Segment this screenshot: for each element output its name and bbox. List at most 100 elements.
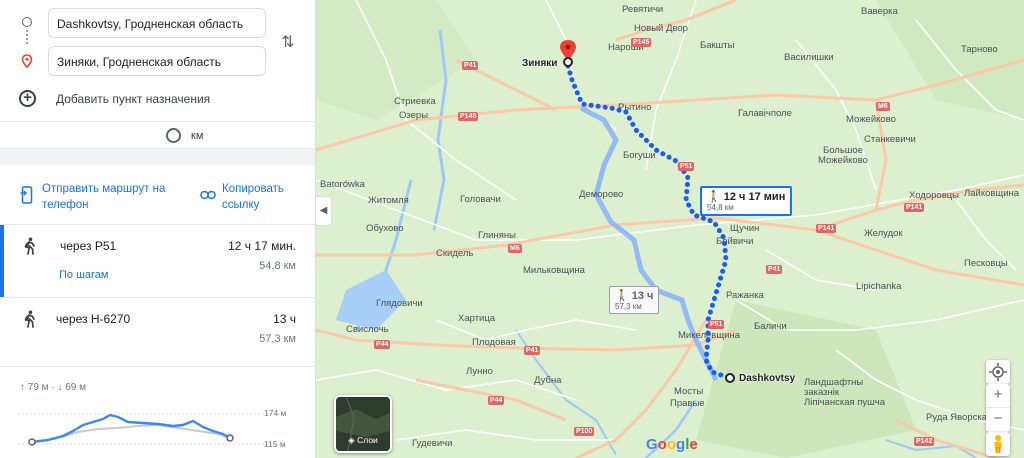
send-to-phone-button[interactable]: Отправить маршрут на телефон — [42, 181, 182, 213]
place-label: Новый Двор — [634, 23, 688, 34]
layers-button[interactable]: ◈ Слои — [334, 395, 392, 453]
place-label: Головачи — [460, 194, 501, 205]
route-dots-icon — [26, 30, 28, 44]
elevation-min-label: 115 м — [264, 439, 286, 449]
elevation-stats: ↑ 79 м · ↓ 69 м — [20, 382, 86, 393]
origin-row: Dashkovtsy, Гродненская область — [0, 8, 315, 40]
swap-icon[interactable]: ⇅ — [279, 33, 297, 53]
route-distance: 57,3 км — [259, 333, 296, 345]
place-label: Ваверка — [861, 6, 898, 17]
route-distance: 54,8 км — [259, 260, 296, 272]
route-info-time: 12 ч 17 мин — [723, 191, 786, 203]
my-location-icon[interactable] — [986, 360, 1010, 384]
place-label: Щучин — [730, 223, 760, 234]
place-label: Хартица — [458, 313, 496, 324]
section-separator — [0, 148, 315, 166]
place-label: Lipichanka — [856, 281, 902, 292]
place-label: Деморово — [579, 189, 624, 200]
origin-circle-icon — [22, 17, 32, 27]
unit-km-radio[interactable] — [166, 128, 181, 143]
place-label: Богуши — [623, 150, 656, 161]
road-badge: P41 — [766, 265, 783, 274]
road-badge: P100 — [574, 427, 595, 436]
place-label: Можейково — [846, 114, 896, 125]
divider — [0, 366, 315, 367]
copy-link-button[interactable]: Копировать ссылку — [222, 181, 302, 213]
route-info-alt[interactable]: 🚶 13 ч 57,3 км — [609, 286, 660, 314]
route-option-r51[interactable]: через Р51 12 ч 17 мин. 54,8 км По шагам — [0, 225, 315, 297]
place-label: Руда Яворская — [926, 412, 993, 423]
route-option-n6270[interactable]: через Н-6270 13 ч 57,3 км — [0, 298, 315, 366]
road-badge: P141 — [904, 203, 925, 212]
walk-icon: 🚶 — [615, 290, 629, 302]
zoom-out-button[interactable]: − — [986, 408, 1010, 431]
map-canvas[interactable]: Ревятичи Новый Двор Ваверка Нароши Бакшт… — [316, 0, 1024, 458]
route-info-active[interactable]: 🚶 12 ч 17 мин 54,8 км — [700, 186, 793, 216]
place-label: Лайковщина — [964, 188, 1020, 199]
road-badge: P142 — [914, 437, 935, 446]
collapse-panel-button[interactable]: ◀ — [316, 196, 332, 226]
place-label: Ландшафтны заказнік Ліпічанская пушча — [804, 377, 886, 408]
add-destination-label: Добавить пункт назначения — [56, 92, 211, 106]
place-label: Рытино — [618, 102, 652, 113]
place-label: Правые — [670, 398, 705, 409]
place-label: Гудевичи — [412, 438, 453, 449]
road-badge: P51 — [708, 320, 725, 329]
place-label: Микелевщина — [678, 330, 740, 341]
road-badge: P44 — [374, 340, 391, 349]
walk-icon — [24, 237, 35, 255]
road-badge: M6 — [508, 244, 522, 253]
route-time: 12 ч 17 мин. — [228, 239, 296, 253]
walk-icon — [24, 310, 35, 328]
place-label: Мильковщина — [523, 265, 585, 276]
place-label: Бакшты — [700, 40, 735, 51]
place-label: Batorówka — [320, 179, 365, 190]
road-badge: P145 — [458, 112, 479, 121]
place-label: Скидель — [436, 248, 474, 259]
place-label: Плодовая — [472, 337, 516, 348]
pegman-icon[interactable] — [986, 432, 1010, 456]
destination-map-label: Зиняки — [522, 58, 558, 69]
map-base — [316, 0, 1024, 458]
elevation-profile — [31, 413, 231, 444]
divider — [0, 121, 315, 122]
unit-km-label: км — [191, 130, 204, 142]
add-destination-button[interactable]: + Добавить пункт назначения — [0, 88, 315, 110]
place-label: Лунно — [466, 366, 493, 377]
route-info-distance: 54,8 км — [707, 203, 734, 212]
place-label: Станкевичи — [864, 134, 916, 145]
place-label: Василишки — [784, 52, 834, 63]
road-badge: P141 — [816, 224, 837, 233]
route-name: через Н-6270 — [56, 312, 131, 326]
place-label: Обухово — [366, 223, 404, 234]
route-name: через Р51 — [60, 239, 117, 253]
route-time: 13 ч — [273, 312, 296, 326]
road-badge: P41 — [462, 61, 479, 70]
directions-panel: Dashkovtsy, Гродненская область Зиняки, … — [0, 0, 316, 458]
place-label: Песковцы — [964, 258, 1008, 269]
place-label: Желудок — [864, 228, 903, 239]
layers-text: Слои — [357, 435, 378, 445]
elevation-chart — [18, 413, 286, 446]
origin-input[interactable]: Dashkovtsy, Гродненская область — [48, 8, 266, 38]
route-steps-link[interactable]: По шагам — [59, 269, 108, 281]
place-label: Ревятичи — [622, 4, 664, 15]
place-label: Глиняны — [478, 230, 516, 241]
place-label: Озеры — [399, 110, 429, 121]
link-icon[interactable] — [200, 190, 216, 200]
place-label: Дубна — [534, 375, 562, 386]
road-badge: P44 — [488, 396, 505, 405]
phone-icon[interactable] — [20, 186, 34, 204]
zoom-in-button[interactable]: + — [986, 384, 1010, 408]
elevation-ascent: ↑ 79 м — [20, 382, 49, 393]
destination-input[interactable]: Зиняки, Гродненская область — [48, 46, 266, 76]
google-logo: Google — [646, 436, 698, 453]
road-badge: M6 — [876, 102, 890, 111]
elevation-separator: · — [51, 382, 55, 393]
zoom-controls: + − — [986, 384, 1010, 432]
road-badge: P41 — [524, 346, 541, 355]
origin-map-label: Dashkovtsy — [739, 373, 796, 384]
destination-pin-icon — [21, 54, 33, 68]
place-label: Житомля — [368, 195, 409, 206]
place-label: Мосты — [674, 386, 704, 397]
